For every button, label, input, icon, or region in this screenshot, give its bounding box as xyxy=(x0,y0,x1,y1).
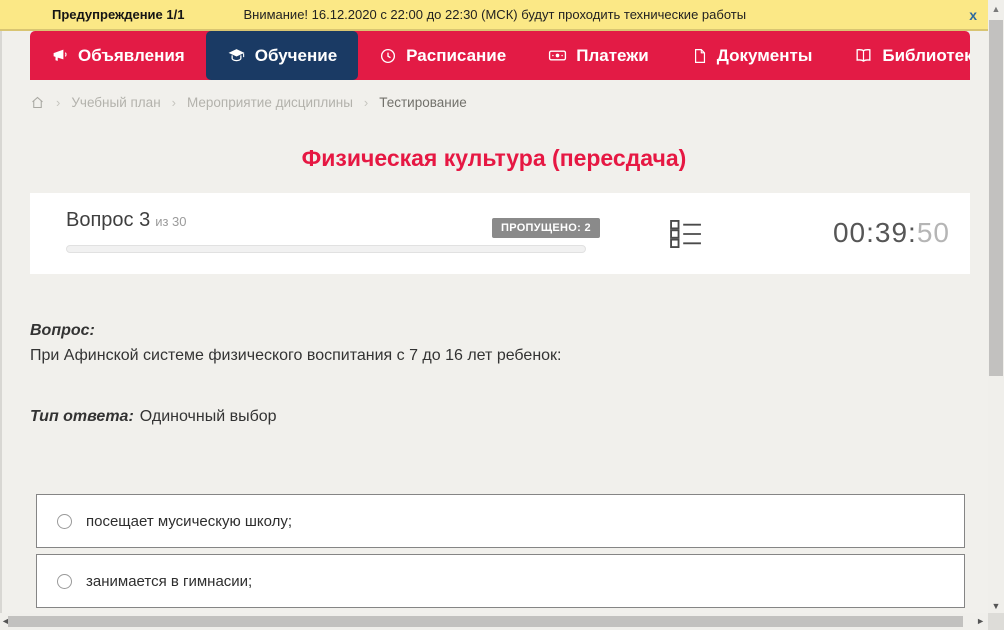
breadcrumb-curriculum[interactable]: Учебный план xyxy=(71,95,160,110)
timer-hours-minutes: 00:39: xyxy=(832,217,917,248)
progress-bar xyxy=(66,245,586,253)
breadcrumb-separator: › xyxy=(363,94,369,110)
breadcrumb-separator: › xyxy=(171,94,176,110)
answer-option[interactable]: посещает мусическую школу; xyxy=(36,494,965,548)
horizontal-scrollbar-thumb[interactable] xyxy=(8,616,963,627)
answer-option-label: занимается в гимнасии; xyxy=(86,572,253,590)
scrollbar-corner xyxy=(988,613,1004,630)
scroll-up-icon[interactable]: ▲ xyxy=(988,4,1004,14)
horizontal-scrollbar[interactable]: ◄ ► xyxy=(0,613,988,630)
answer-type-label: Тип ответа: xyxy=(30,408,134,425)
scroll-right-icon[interactable]: ► xyxy=(976,616,985,626)
warning-message: Внимание! 16.12.2020 с 22:00 до 22:30 (М… xyxy=(243,7,747,22)
nav-item-label: Библиотека xyxy=(882,45,970,65)
scroll-down-icon[interactable]: ▼ xyxy=(988,601,1004,611)
answer-option-label: посещает мусическую школу; xyxy=(86,512,293,530)
timer: 00:39:50 xyxy=(833,217,950,249)
nav-item-label: Документы xyxy=(716,45,813,65)
nav-item-documents[interactable]: Документы xyxy=(670,31,834,80)
home-icon[interactable] xyxy=(30,95,45,110)
answer-option[interactable]: занимается в гимнасии; xyxy=(36,554,965,608)
breadcrumb-discipline-event[interactable]: Мероприятие дисциплины xyxy=(187,95,353,110)
nav-item-label: Платежи xyxy=(576,45,649,65)
nav-item-label: Объявления xyxy=(78,45,185,65)
radio-button[interactable] xyxy=(57,573,72,589)
vertical-scrollbar[interactable]: ▲ ▼ xyxy=(988,0,1004,613)
nav-item-learning[interactable]: Обучение xyxy=(205,31,359,80)
skipped-badge: ПРОПУЩЕНО: 2 xyxy=(492,218,600,238)
page-title: Физическая культура (пересдача) xyxy=(301,145,687,171)
question-label: Вопрос: xyxy=(30,322,95,339)
banknote-icon xyxy=(548,46,567,65)
nav-item-library[interactable]: Библиотека xyxy=(833,31,970,80)
breadcrumb: › Учебный план › Мероприятие дисциплины … xyxy=(30,92,467,112)
close-icon[interactable]: x xyxy=(969,7,977,23)
question-header-card: Вопрос 3 из 30 ПРОПУЩЕНО: 2 00:39:50 xyxy=(30,193,970,274)
breadcrumb-separator: › xyxy=(56,94,61,110)
nav-item-label: Расписание xyxy=(406,45,507,65)
question-total: из 30 xyxy=(155,214,187,229)
nav-item-announcements[interactable]: Объявления xyxy=(30,31,206,80)
window-edge xyxy=(0,0,2,630)
answer-type-value: Одиночный выбор xyxy=(139,408,277,425)
clock-icon xyxy=(379,47,397,65)
question-number: Вопрос 3 из 30 xyxy=(66,209,187,232)
warning-banner: Предупреждение 1/1 Внимание! 16.12.2020 … xyxy=(0,0,988,31)
main-navbar: Объявления Обучение Расписание Платежи Д… xyxy=(30,31,970,80)
graduation-cap-icon xyxy=(227,46,246,65)
answer-type-row: Тип ответа: Одиночный выбор xyxy=(30,408,277,426)
question-text: При Афинской системе физического воспита… xyxy=(30,347,562,364)
breadcrumb-testing: Тестирование xyxy=(379,94,467,110)
nav-item-payments[interactable]: Платежи xyxy=(527,31,670,80)
nav-item-label: Обучение xyxy=(254,45,338,65)
question-number-label: Вопрос 3 xyxy=(66,209,151,231)
timer-seconds: 50 xyxy=(916,217,950,248)
megaphone-icon xyxy=(51,47,69,65)
document-icon xyxy=(691,47,708,65)
nav-item-schedule[interactable]: Расписание xyxy=(358,31,527,80)
warning-title: Предупреждение 1/1 xyxy=(52,7,185,22)
vertical-scrollbar-thumb[interactable] xyxy=(989,20,1003,376)
question-list-icon[interactable] xyxy=(670,220,702,253)
book-icon xyxy=(854,46,873,65)
radio-button[interactable] xyxy=(57,513,72,529)
